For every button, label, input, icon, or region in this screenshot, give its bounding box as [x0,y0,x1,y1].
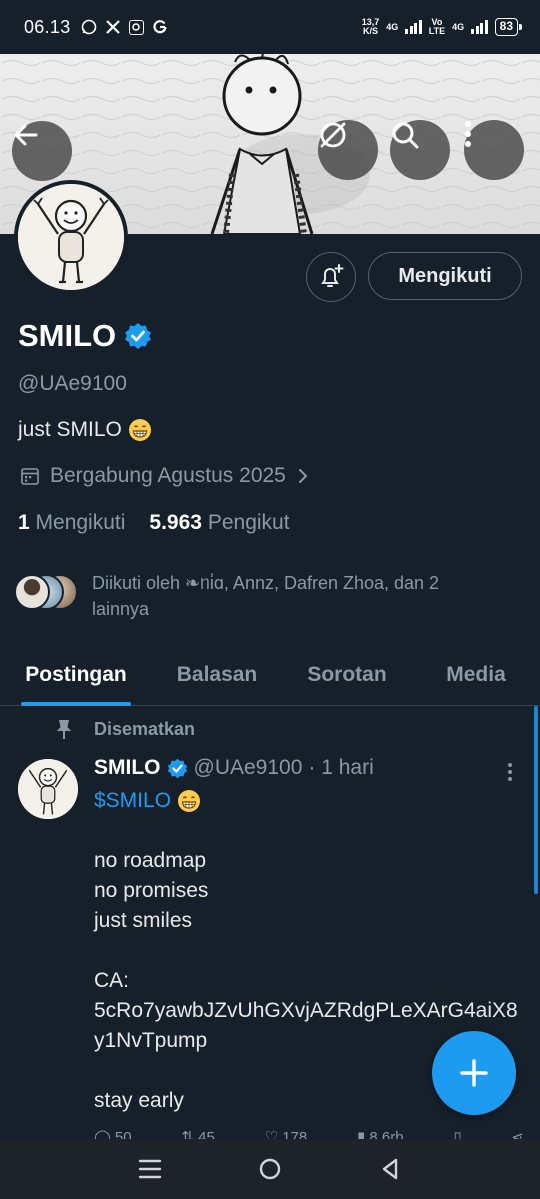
home-button[interactable] [250,1149,290,1189]
pinned-label-row: Disematkan [54,718,195,740]
verified-badge-icon [167,758,187,778]
profile-avatar[interactable] [14,180,128,294]
bell-plus-icon [321,264,344,287]
mutual-avatars [14,574,80,614]
verified-badge-icon[interactable] [124,322,152,350]
avatar-illustration [18,184,124,290]
explore-icon [320,122,346,148]
back-button[interactable] [12,121,72,181]
post-time[interactable]: · 1 hari [308,756,373,780]
android-nav-bar [0,1139,540,1199]
post-line [94,816,524,846]
followers-stat[interactable]: 5.963 Pengikut [149,511,289,535]
system-back-button[interactable] [370,1149,410,1189]
profile-name-row: SMILO [18,318,152,354]
tab-media[interactable]: Media [412,644,540,706]
join-date-row[interactable]: Bergabung Agustus 2025 [20,464,310,488]
notification-bell-button[interactable] [306,252,356,302]
more-icon [465,121,471,147]
bio-text: just SMILO [18,418,122,441]
following-stat[interactable]: 1 Mengikuti [18,511,125,535]
scrollbar[interactable] [534,706,538,894]
network-type-2: 4G [452,21,465,32]
status-bar: 06.13 13,7 K/S 4G Vo LTE 4G 83 [0,0,540,54]
volte-bottom: LTE [428,26,446,36]
profile-tabs: Postingan Balasan Sorotan Media [0,644,540,706]
compose-post-button[interactable] [432,1031,516,1115]
profile-name: SMILO [18,318,117,353]
notification-icons [81,19,168,35]
menu-icon [138,1159,162,1179]
post-line: no promises [94,879,209,902]
volte-indicator: Vo LTE [429,18,445,36]
join-date-text: Bergabung Agustus 2025 [50,464,286,487]
system-status: 13,7 K/S 4G Vo LTE 4G 83 [362,18,523,36]
post-more-button[interactable] [500,760,520,784]
more-options-button[interactable] [464,120,524,180]
tab-posts[interactable]: Postingan [0,644,152,706]
search-icon [392,122,419,149]
network-type-1: 4G [386,21,399,32]
status-time: 06.13 [24,16,71,37]
app-notification-icon [128,19,144,35]
home-circle-icon [259,1158,281,1180]
network-speed: 13,7 K/S [362,18,380,36]
whatsapp-icon [81,19,97,35]
cashtag-link[interactable]: $SMILO [94,786,171,816]
mutual-avatar-1 [14,574,50,610]
post-line [94,936,524,966]
post-author-name[interactable]: SMILO [94,756,161,780]
post-avatar-illustration [18,759,78,819]
network-speed-unit: K/S [362,26,378,36]
profile-bio: just SMILO [18,418,152,442]
profile-handle: @UAe9100 [18,372,127,395]
post-author-avatar[interactable] [18,759,78,819]
pinned-text: Disematkan [94,718,196,739]
battery-icon: 83 [494,18,523,36]
grin-emoji-icon [128,419,151,441]
following-count: 1 [18,511,30,534]
back-arrow-icon [14,124,38,146]
chevron-right-icon [298,469,308,483]
followers-count: 5.963 [149,511,202,534]
post-header: SMILO @UAe9100 · 1 hari [94,756,374,780]
back-triangle-icon [382,1158,398,1180]
search-button[interactable] [390,120,450,180]
post-first-line: $SMILO [94,786,524,816]
pin-icon [57,720,71,739]
signal-icon-2 [471,20,488,34]
post-line: just smiles [94,909,193,932]
google-icon [152,19,168,35]
grin-emoji-icon [178,790,201,812]
post-line: no roadmap [94,849,207,872]
tab-highlights[interactable]: Sorotan [282,644,412,706]
follow-stats: 1 Mengikuti 5.963 Pengikut [18,511,290,535]
following-button[interactable]: Mengikuti [368,252,522,300]
signal-icon [405,20,422,34]
followed-by-row[interactable]: Diikuti oleh ❧ᥒi̇ɑ, Annz, Dafren Zhoa, d… [14,570,492,622]
post-author-handle[interactable]: @UAe9100 [194,756,303,780]
recent-apps-button[interactable] [130,1149,170,1189]
plus-icon [460,1059,488,1087]
post-line: CA: [94,969,130,992]
tab-replies[interactable]: Balasan [152,644,282,706]
followed-by-text: Diikuti oleh ❧ᥒi̇ɑ, Annz, Dafren Zhoa, d… [92,573,440,619]
followers-label: Pengikut [207,511,290,534]
grok-button[interactable] [318,120,378,180]
x-app-icon [105,19,121,35]
calendar-icon [21,468,39,485]
following-label: Mengikuti [35,511,126,534]
